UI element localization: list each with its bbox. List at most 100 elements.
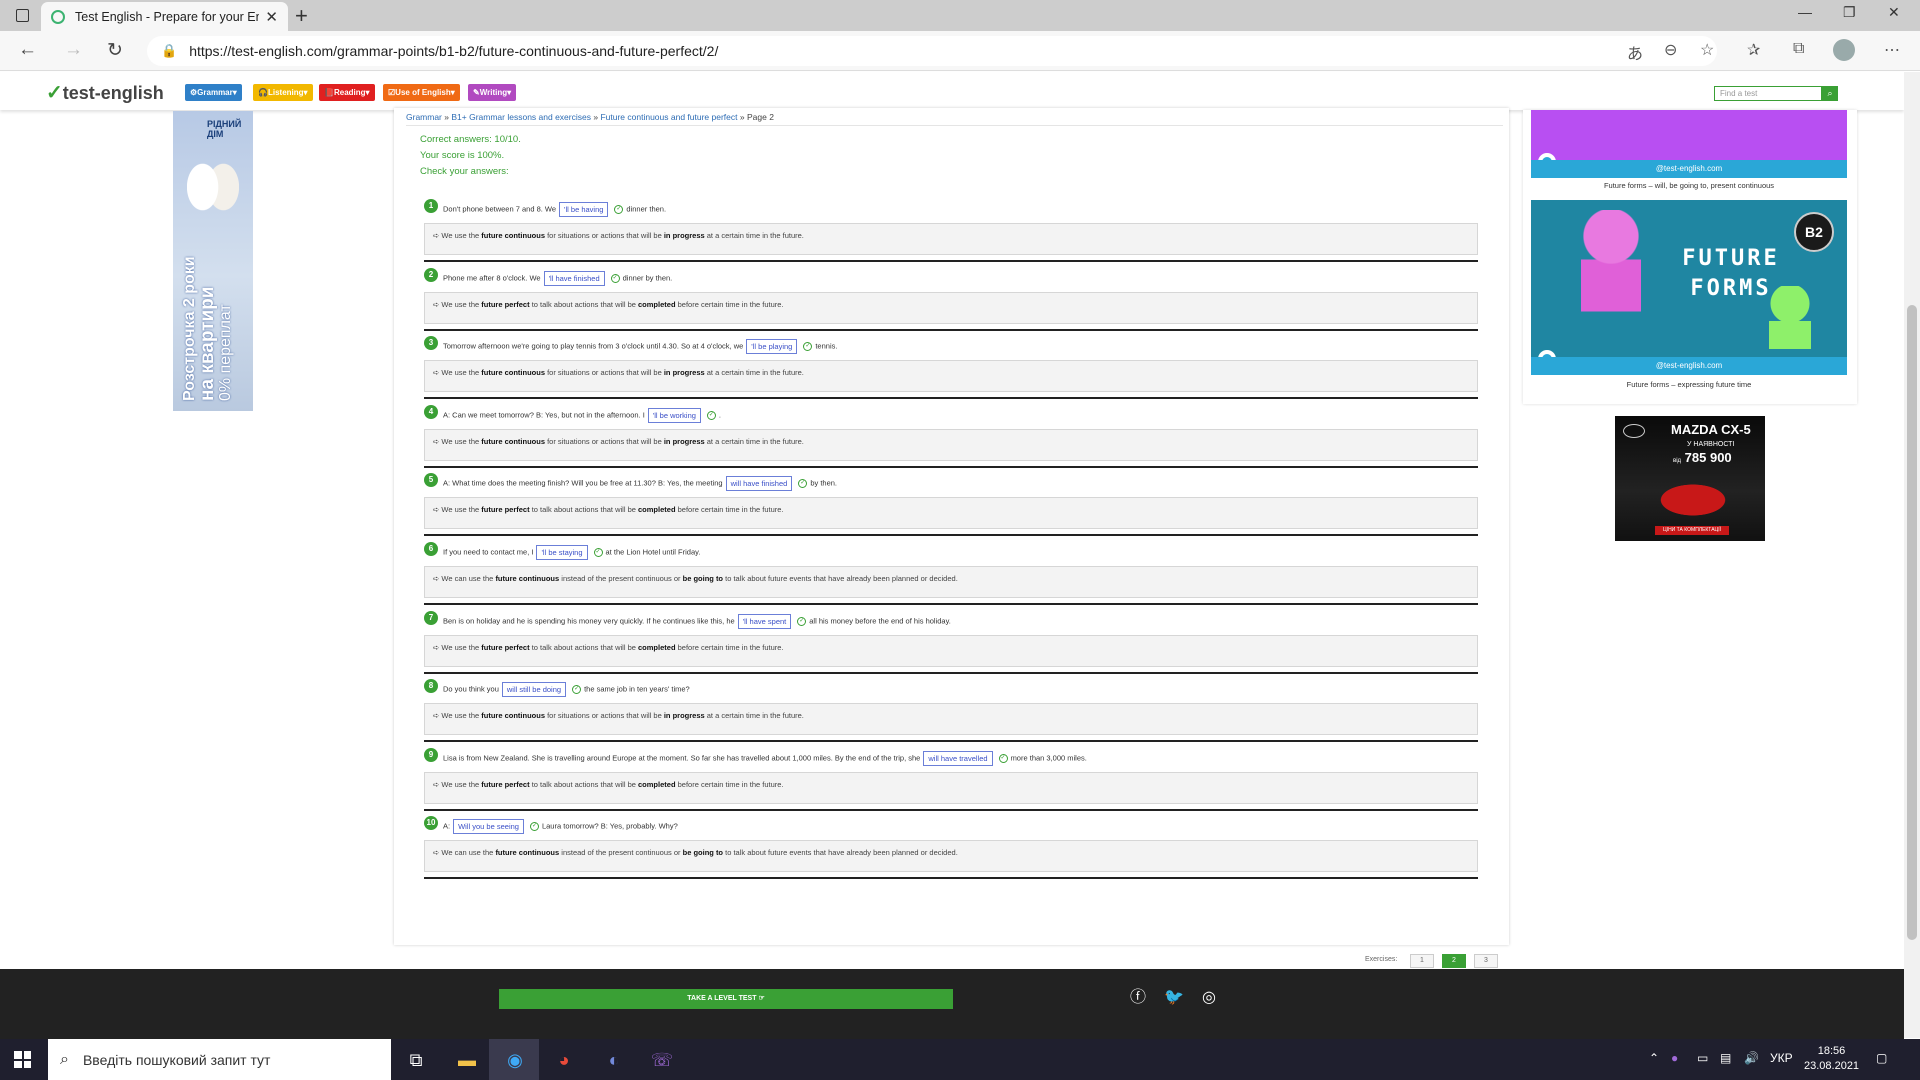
- viber-icon[interactable]: ☏: [647, 1045, 677, 1075]
- correct-check-icon: ✓: [706, 410, 716, 420]
- correct-answers-text: Correct answers: 10/10.: [420, 134, 521, 145]
- car-image: [1643, 476, 1743, 516]
- page-3-button[interactable]: 3: [1474, 954, 1498, 968]
- edge-icon[interactable]: ◉: [500, 1045, 530, 1075]
- menu-reading[interactable]: 📕 Reading ▾: [319, 84, 375, 101]
- breadcrumb-current: Page 2: [746, 112, 774, 122]
- new-tab-icon[interactable]: +: [295, 3, 308, 29]
- facebook-icon[interactable]: ⓕ: [1128, 988, 1148, 1008]
- answer-box[interactable]: Will you be seeing: [453, 819, 524, 835]
- breadcrumb-future-continuous[interactable]: Future continuous and future perfect: [600, 112, 737, 122]
- question-number: 4: [424, 404, 438, 419]
- question-divider: [424, 397, 1478, 400]
- task-view-icon[interactable]: ⧉: [401, 1045, 431, 1075]
- breadcrumb-grammar[interactable]: Grammar: [406, 112, 442, 122]
- volume-icon[interactable]: 🔊: [1744, 1051, 1759, 1065]
- question-number: 10: [424, 816, 438, 831]
- chrome-icon[interactable]: ◕: [549, 1045, 579, 1075]
- question-text: A: What time does the meeting finish? Wi…: [443, 476, 837, 492]
- minimize-icon[interactable]: —: [1798, 4, 1812, 20]
- answer-box[interactable]: will have travelled: [923, 750, 993, 766]
- close-tab-icon[interactable]: ✕: [265, 8, 278, 26]
- refresh-icon[interactable]: ↻: [107, 39, 123, 62]
- b2-badge: B2: [1794, 212, 1834, 252]
- answer-box[interactable]: 'll have finished: [543, 270, 605, 286]
- answer-box[interactable]: 'll be working: [647, 407, 701, 423]
- language-indicator[interactable]: УКР: [1770, 1051, 1793, 1065]
- collections-icon[interactable]: ⧉: [1793, 40, 1804, 58]
- browser-tab[interactable]: Test English - Prepare for your En ✕: [41, 2, 288, 31]
- forward-icon[interactable]: →: [64, 39, 83, 61]
- answer-box[interactable]: 'll be having: [559, 202, 609, 217]
- meet-now-icon[interactable]: ▭: [1697, 1051, 1708, 1065]
- favorites-icon[interactable]: ✰: [1747, 40, 1760, 60]
- viber-tray-icon[interactable]: ●: [1671, 1051, 1678, 1065]
- twitter-icon[interactable]: 🐦: [1164, 988, 1184, 1008]
- find-test-input[interactable]: Find a test: [1714, 86, 1822, 101]
- caption-future-forms-1[interactable]: Future forms – will, be going to, presen…: [1531, 181, 1847, 190]
- question-divider: [424, 328, 1478, 331]
- start-button[interactable]: [14, 1051, 31, 1068]
- browser-tab-strip: Test English - Prepare for your En ✕ + —…: [0, 0, 1920, 31]
- answer-box[interactable]: 'll be staying: [536, 545, 588, 560]
- close-window-icon[interactable]: ✕: [1888, 4, 1900, 21]
- tab-title: Test English - Prepare for your En: [75, 9, 260, 24]
- notifications-icon[interactable]: ▢: [1876, 1051, 1887, 1065]
- file-explorer-icon[interactable]: ▬: [452, 1045, 482, 1075]
- answer-box[interactable]: 'll have spent: [737, 613, 792, 629]
- answer-box[interactable]: will still be doing: [501, 682, 567, 698]
- favorite-add-icon[interactable]: ☆: [1700, 40, 1714, 60]
- ad-brand: РІДНИЙ ДІМ: [207, 119, 242, 139]
- menu-use-of-english[interactable]: ☑ Use of English ▾: [383, 84, 460, 101]
- score-text: Your score is 100%.: [420, 150, 505, 161]
- url-bar[interactable]: 🔒 https://test-english.com/grammar-point…: [147, 36, 1717, 66]
- page-1-button[interactable]: 1: [1410, 954, 1434, 968]
- correct-check-icon: ✓: [797, 616, 807, 626]
- mazda-ad-banner[interactable]: MAZDA CX-5 У НАЯВНОСТІ від 785 900 ЦІНИ …: [1615, 416, 1765, 541]
- check-answers-text: Check your answers:: [420, 166, 509, 177]
- correct-check-icon: ✓: [529, 822, 539, 832]
- taskbar-search[interactable]: ⌕ Введіть пошуковий запит тут: [48, 1039, 391, 1080]
- question-number: 9: [424, 747, 438, 762]
- back-icon[interactable]: ←: [18, 39, 37, 61]
- read-aloud-icon[interactable]: あ: [1627, 40, 1643, 64]
- explanation-box: ➪ We use the future perfect to talk abou…: [424, 634, 1478, 667]
- page-2-button[interactable]: 2: [1442, 954, 1466, 968]
- left-ad-banner[interactable]: РІДНИЙ ДІМ Розстрочка 2 роки на квартири…: [173, 111, 253, 411]
- menu-listening[interactable]: 🎧 Listening ▾: [253, 84, 313, 101]
- discord-icon[interactable]: ◐: [599, 1045, 629, 1075]
- instagram-icon[interactable]: ◎: [1199, 988, 1219, 1008]
- future-forms-image-1[interactable]: @test-english.com: [1531, 110, 1847, 178]
- lock-icon[interactable]: 🔒: [161, 43, 177, 59]
- more-icon[interactable]: ⋯: [1884, 40, 1900, 60]
- take-level-test-button[interactable]: TAKE A LEVEL TEST ☞: [499, 989, 953, 1009]
- tab-actions-icon[interactable]: [16, 9, 29, 22]
- answer-box[interactable]: 'll be playing: [746, 339, 798, 355]
- menu-grammar[interactable]: ⚙ Grammar ▾: [185, 84, 242, 101]
- menu-writing[interactable]: ✎ Writing ▾: [468, 84, 517, 101]
- zoom-icon[interactable]: ⊖: [1664, 40, 1677, 60]
- caption-future-forms-2[interactable]: Future forms – expressing future time: [1531, 380, 1847, 389]
- address-toolbar: ← → ↻ 🔒 https://test-english.com/grammar…: [0, 31, 1920, 71]
- correct-check-icon: ✓: [998, 753, 1008, 763]
- scrollbar-thumb[interactable]: [1907, 305, 1917, 940]
- network-icon[interactable]: ▤: [1720, 1051, 1731, 1065]
- explanation-box: ➪ We can use the future continuous inste…: [424, 840, 1478, 873]
- question-divider: [424, 877, 1478, 880]
- question-divider: [424, 808, 1478, 811]
- question-text: Do you think you will still be doing ✓ the …: [443, 682, 690, 698]
- tray-chevron-icon[interactable]: ⌃: [1649, 1051, 1659, 1065]
- check-logo-icon: ✓: [46, 82, 63, 104]
- correct-check-icon: ✓: [593, 548, 603, 557]
- profile-avatar[interactable]: [1833, 39, 1855, 61]
- question-text: A: Will you be seeing ✓ Laura tomorrow? B: …: [443, 819, 678, 835]
- breadcrumb-b1-lessons[interactable]: B1+ Grammar lessons and exercises: [451, 112, 591, 122]
- search-icon[interactable]: ⌕: [1822, 86, 1838, 101]
- site-logo[interactable]: ✓test-english: [46, 80, 164, 105]
- explanation-box: ➪ We use the future perfect to talk abou…: [424, 497, 1478, 530]
- answer-box[interactable]: will have finished: [725, 476, 793, 492]
- restore-icon[interactable]: ❐: [1843, 4, 1856, 21]
- future-forms-image-2[interactable]: FUTURE FORMS B2 @test-english.com: [1531, 200, 1847, 375]
- clock[interactable]: 18:56 23.08.2021: [1804, 1044, 1859, 1074]
- question-number: 6: [424, 542, 438, 556]
